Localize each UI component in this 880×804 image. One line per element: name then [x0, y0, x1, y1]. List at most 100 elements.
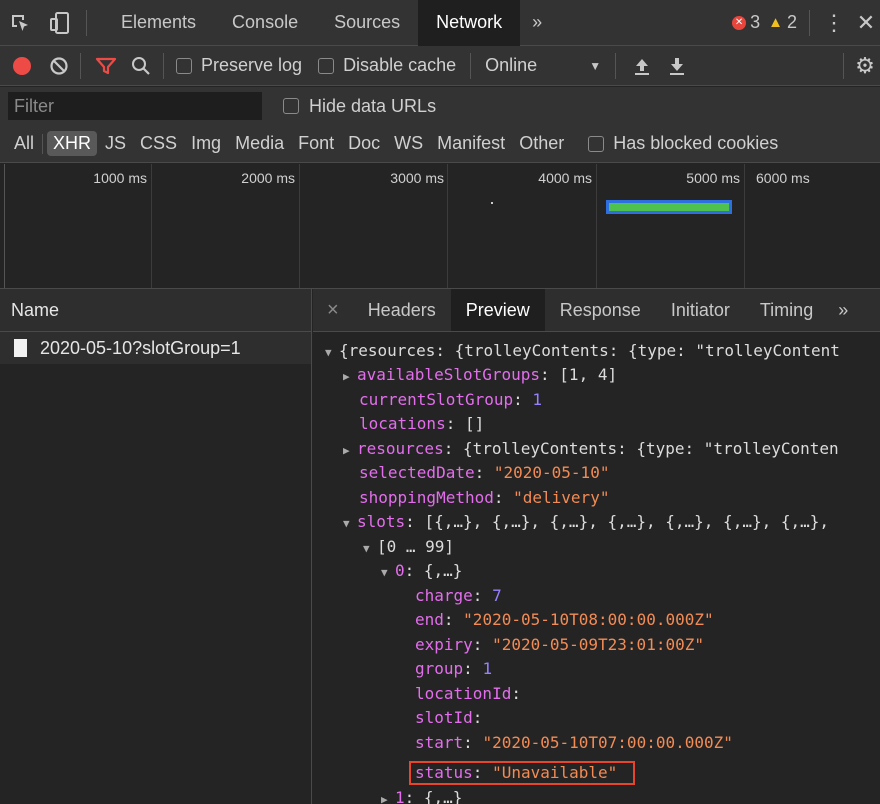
tree-node-root[interactable]: ▼ {resources: {trolleyContents: {type: "t… — [325, 339, 840, 363]
timeline-gridline — [596, 164, 597, 288]
collapse-triangle-icon: ▶ — [343, 370, 350, 383]
hide-data-urls-label: Hide data URLs — [309, 96, 437, 116]
timeline-gridline — [744, 164, 745, 288]
tree-prop-location-id: locationId: — [415, 684, 521, 703]
clear-icon[interactable] — [44, 56, 74, 76]
document-icon — [14, 339, 27, 357]
type-filter-ws[interactable]: WS — [388, 131, 429, 156]
timeline-dot — [491, 202, 493, 204]
timeline-tick-label: 1000 ms — [93, 170, 147, 186]
error-count: 3 — [750, 12, 761, 32]
export-har-icon[interactable] — [662, 56, 692, 76]
preserve-log-label: Preserve log — [201, 55, 303, 75]
timeline-tick-label: 5000 ms — [686, 170, 740, 186]
collapse-triangle-icon: ▶ — [381, 793, 388, 804]
more-detail-tabs-button[interactable]: » — [828, 289, 858, 331]
request-timing-bar — [606, 200, 732, 214]
has-blocked-cookies-checkbox[interactable] — [588, 135, 605, 152]
device-toolbar-icon[interactable] — [40, 0, 80, 46]
issues-counter[interactable]: ✕ 3 ▲ 2 — [732, 12, 797, 33]
timeline-tick-label: 6000 ms — [756, 170, 810, 186]
record-icon[interactable] — [0, 56, 44, 75]
tree-node-range[interactable]: ▼ [0 … 99] — [363, 535, 454, 559]
filter-icon[interactable] — [87, 56, 125, 76]
toolbar-divider — [80, 52, 81, 79]
search-icon[interactable] — [125, 56, 157, 76]
timeline-tick-label: 2000 ms — [241, 170, 295, 186]
tab-headers[interactable]: Headers — [353, 289, 451, 331]
tree-prop-group: group: 1 — [415, 659, 493, 678]
toolbar-divider — [615, 52, 617, 79]
toolbar-divider — [42, 133, 44, 154]
toolbar-divider — [843, 52, 844, 79]
toolbar-divider — [163, 52, 164, 79]
settings-gear-icon[interactable]: ⚙ — [850, 53, 880, 79]
status-highlight-box — [409, 761, 635, 785]
filter-row: Hide data URLs — [0, 87, 880, 125]
tab-initiator[interactable]: Initiator — [656, 289, 745, 331]
toolbar-divider — [470, 52, 472, 79]
type-filter-media[interactable]: Media — [229, 131, 290, 156]
type-filter-css[interactable]: CSS — [134, 131, 183, 156]
hide-data-urls-checkbox[interactable] — [283, 98, 299, 114]
name-column-header[interactable]: Name — [0, 289, 311, 332]
toolbar-divider — [809, 9, 810, 36]
tree-prop-end: end: "2020-05-10T08:00:00.000Z" — [415, 610, 714, 629]
tree-prop-slot-id: slotId: — [415, 708, 483, 727]
json-preview-tree: ▼ {resources: {trolleyContents: {type: "t… — [313, 331, 880, 804]
tree-node-item-0[interactable]: ▼ 0: {,…} — [381, 559, 462, 583]
timeline-gridline — [299, 164, 300, 288]
kebab-menu-icon[interactable]: ⋮ — [816, 10, 852, 36]
type-filter-font[interactable]: Font — [292, 131, 340, 156]
warning-icon: ▲ — [768, 14, 783, 31]
tree-prop-locations: locations: [] — [359, 414, 485, 433]
tab-sources[interactable]: Sources — [316, 0, 418, 46]
tree-prop-current-slot-group: currentSlotGroup: 1 — [359, 390, 543, 409]
close-detail-button[interactable]: × — [313, 289, 353, 331]
tree-prop-selected-date: selectedDate: "2020-05-10" — [359, 463, 610, 482]
tree-node-resources[interactable]: ▶ resources: {trolleyContents: {type: "tr… — [343, 437, 839, 461]
expand-triangle-icon: ▼ — [343, 517, 350, 530]
close-icon[interactable]: ✕ — [852, 10, 880, 36]
tab-elements[interactable]: Elements — [103, 0, 214, 46]
tree-prop-shopping-method: shoppingMethod: "delivery" — [359, 488, 610, 507]
tree-node-slots[interactable]: ▼ slots: [{,…}, {,…}, {,…}, {,…}, {,…}, {… — [343, 510, 829, 534]
type-filter-js[interactable]: JS — [99, 131, 132, 156]
tree-node-available-slot-groups[interactable]: ▶ availableSlotGroups: [1, 4] — [343, 363, 617, 387]
collapse-triangle-icon: ▶ — [343, 444, 350, 457]
type-filter-all[interactable]: All — [8, 131, 40, 156]
dropdown-arrow-icon: ▼ — [589, 58, 602, 73]
tree-prop-expiry: expiry: "2020-05-09T23:01:00Z" — [415, 635, 704, 654]
type-filter-img[interactable]: Img — [185, 131, 227, 156]
tab-response[interactable]: Response — [545, 289, 656, 331]
tree-node-item-1[interactable]: ▶ 1: {,…} — [381, 786, 462, 804]
tab-network[interactable]: Network — [418, 0, 521, 46]
preserve-log-checkbox[interactable] — [176, 57, 192, 74]
import-har-icon[interactable] — [622, 56, 662, 76]
filter-input[interactable] — [8, 92, 262, 120]
tab-console[interactable]: Console — [214, 0, 316, 46]
toolbar-divider — [86, 9, 87, 36]
disable-cache-label: Disable cache — [343, 55, 457, 75]
has-blocked-cookies-label: Has blocked cookies — [613, 133, 779, 153]
type-filter-xhr[interactable]: XHR — [47, 131, 98, 156]
tree-prop-start: start: "2020-05-10T07:00:00.000Z" — [415, 733, 733, 752]
error-icon: ✕ — [732, 15, 747, 30]
type-filter-manifest[interactable]: Manifest — [431, 131, 511, 156]
timeline-gridline — [151, 164, 152, 288]
timeline-gridline — [447, 164, 448, 288]
tab-preview[interactable]: Preview — [450, 289, 545, 331]
tree-prop-charge: charge: 7 — [415, 586, 502, 605]
inspect-element-icon[interactable] — [0, 0, 40, 46]
network-overview-timeline[interactable]: 1000 ms 2000 ms 3000 ms 4000 ms 5000 ms … — [0, 164, 880, 289]
type-filter-doc[interactable]: Doc — [342, 131, 386, 156]
disable-cache-checkbox[interactable] — [318, 57, 335, 74]
more-tabs-button[interactable]: » — [520, 0, 554, 46]
tab-timing[interactable]: Timing — [745, 289, 828, 331]
throttling-select[interactable]: Online ▼ — [485, 55, 601, 76]
devtools-tab-bar: Elements Console Sources Network » ✕ 3 ▲… — [0, 0, 880, 46]
request-name: 2020-05-10?slotGroup=1 — [40, 337, 241, 358]
request-row[interactable]: 2020-05-10?slotGroup=1 — [0, 332, 311, 364]
type-filter-other[interactable]: Other — [513, 131, 570, 156]
warning-count: 2 — [786, 12, 797, 32]
